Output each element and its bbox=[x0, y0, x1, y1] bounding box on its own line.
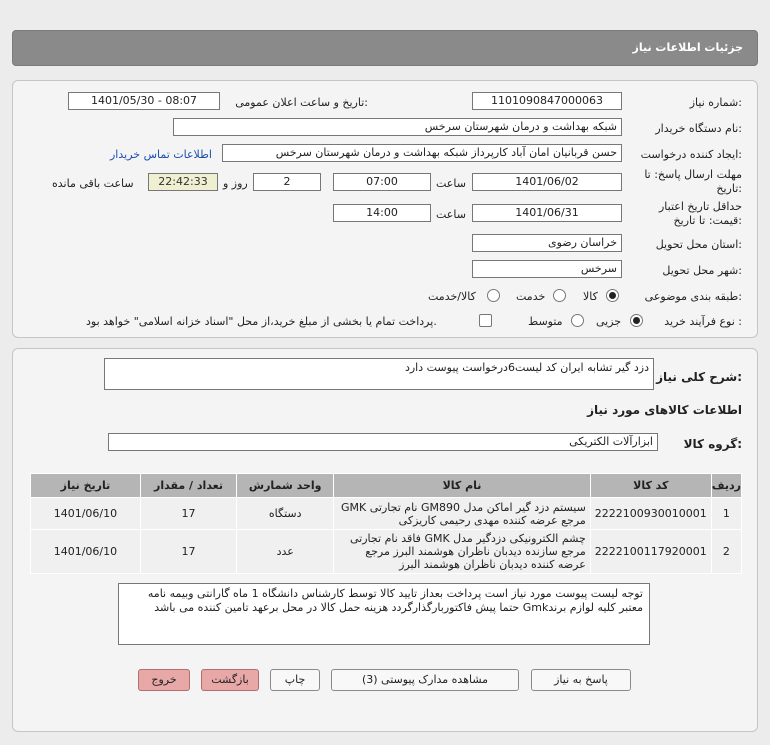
treasury-payment-checkbox[interactable] bbox=[479, 314, 492, 327]
category-radio-goods-service[interactable] bbox=[487, 289, 500, 302]
deadline-label: مهلت ارسال پاسخ: تا bbox=[644, 168, 742, 181]
summary-field: دزد گیر تشابه ایران کد لیست6درخواست پیوس… bbox=[104, 358, 654, 390]
goods-table-header: ردیف کد کالا نام کالا واحد شمارش تعداد /… bbox=[30, 473, 743, 498]
cell-name: چشم الکترونیکی دزدگیر مدل GMK فاقد نام ت… bbox=[333, 529, 591, 574]
buyer-note: توجه لیست پیوست مورد نیاز است پرداخت بعد… bbox=[118, 583, 650, 645]
deadline-time-label: ساعت bbox=[436, 177, 466, 190]
announce-field: 1401/05/30 - 08:07 bbox=[68, 92, 220, 110]
category-option-goods-service: کالا/خدمت bbox=[428, 290, 476, 303]
goods-group-label: گروه کالا: bbox=[683, 437, 742, 451]
cell-row: 1 bbox=[710, 497, 743, 530]
cell-row: 2 bbox=[710, 529, 743, 574]
goods-group-field: ابزارآلات الکتریکی bbox=[108, 433, 658, 451]
buyer-label: نام دستگاه خریدار: bbox=[655, 122, 742, 135]
reply-button[interactable]: پاسخ به نیاز bbox=[531, 669, 631, 691]
city-field: سرخس bbox=[472, 260, 622, 278]
cell-name: سیستم دزد گیر اماکن مدل GM890 نام تجارتی… bbox=[333, 497, 591, 530]
print-button[interactable]: چاپ bbox=[270, 669, 320, 691]
summary-label: شرح کلی نیاز: bbox=[656, 370, 742, 384]
page-title: جزئیات اطلاعات نیاز bbox=[632, 41, 744, 54]
category-radio-goods[interactable] bbox=[606, 289, 619, 302]
contact-buyer-link[interactable]: اطلاعات تماس خریدار bbox=[110, 148, 212, 161]
col-unit: واحد شمارش bbox=[236, 473, 335, 498]
city-label: شهر محل تحویل: bbox=[662, 264, 742, 277]
col-date: تاریخ نیاز bbox=[30, 473, 141, 498]
deadline-time-field: 07:00 bbox=[333, 173, 431, 191]
cell-qty: 17 bbox=[139, 529, 238, 574]
process-label: نوع فرآیند خرید : bbox=[664, 315, 742, 328]
process-option-medium: متوسط bbox=[528, 315, 563, 328]
col-row: ردیف bbox=[710, 473, 743, 498]
remaining-time-field: 22:42:33 bbox=[148, 173, 218, 191]
cell-qty: 17 bbox=[139, 497, 238, 530]
remaining-label: ساعت باقی مانده bbox=[52, 177, 134, 190]
validity-label-date: قیمت: تا تاریخ: bbox=[673, 214, 742, 227]
cell-unit: دستگاه bbox=[236, 497, 335, 530]
need-number-field: 1101090847000063 bbox=[472, 92, 622, 110]
treasury-payment-note: پرداخت تمام یا بخشی از مبلغ خرید،از محل … bbox=[86, 315, 437, 328]
category-radio-service[interactable] bbox=[553, 289, 566, 302]
category-option-service: خدمت bbox=[516, 290, 546, 303]
province-field: خراسان رضوی bbox=[472, 234, 622, 252]
creator-field: حسن قربانیان امان آباد کارپرداز شبکه بهد… bbox=[222, 144, 622, 162]
process-option-minor: جزیی bbox=[596, 315, 622, 328]
col-code: کد کالا bbox=[589, 473, 712, 498]
back-button[interactable]: بازگشت bbox=[201, 669, 259, 691]
table-row: 2 2222100117920001 چشم الکترونیکی دزدگیر… bbox=[30, 529, 743, 574]
days-field: 2 bbox=[253, 173, 321, 191]
goods-table: ردیف کد کالا نام کالا واحد شمارش تعداد /… bbox=[30, 473, 743, 574]
cell-unit: عدد bbox=[236, 529, 335, 574]
validity-date-field: 1401/06/31 bbox=[472, 204, 622, 222]
deadline-date-field: 1401/06/02 bbox=[472, 173, 622, 191]
validity-label: حداقل تاریخ اعتبار bbox=[658, 200, 742, 213]
goods-info-title: اطلاعات کالاهای مورد نیاز bbox=[587, 403, 742, 417]
announce-label: تاریخ و ساعت اعلان عمومی: bbox=[235, 96, 368, 109]
cell-date: 1401/06/10 bbox=[30, 529, 141, 574]
view-attachments-button[interactable]: مشاهده مدارک پیوستی (3) bbox=[331, 669, 519, 691]
cell-code: 2222100117920001 bbox=[589, 529, 712, 574]
table-row: 1 2222100930010001 سیستم دزد گیر اماکن م… bbox=[30, 497, 743, 530]
cell-date: 1401/06/10 bbox=[30, 497, 141, 530]
page-header: جزئیات اطلاعات نیاز bbox=[12, 30, 758, 66]
buyer-field: شبکه بهداشت و درمان شهرستان سرخس bbox=[173, 118, 622, 136]
need-number-label: شماره نیاز: bbox=[689, 96, 742, 109]
validity-time-label: ساعت bbox=[436, 208, 466, 221]
col-qty: تعداد / مقدار bbox=[139, 473, 238, 498]
cell-code: 2222100930010001 bbox=[589, 497, 712, 530]
creator-label: ایجاد کننده درخواست: bbox=[640, 148, 742, 161]
category-option-goods: کالا bbox=[583, 290, 598, 303]
deadline-label-date: تاریخ: bbox=[716, 182, 742, 195]
validity-time-field: 14:00 bbox=[333, 204, 431, 222]
process-radio-medium[interactable] bbox=[571, 314, 584, 327]
province-label: استان محل تحویل: bbox=[655, 238, 742, 251]
exit-button[interactable]: خروج bbox=[138, 669, 190, 691]
col-name: نام کالا bbox=[333, 473, 591, 498]
category-label: طبقه بندی موضوعی: bbox=[644, 290, 742, 303]
days-label: روز و bbox=[223, 177, 248, 190]
process-radio-minor[interactable] bbox=[630, 314, 643, 327]
